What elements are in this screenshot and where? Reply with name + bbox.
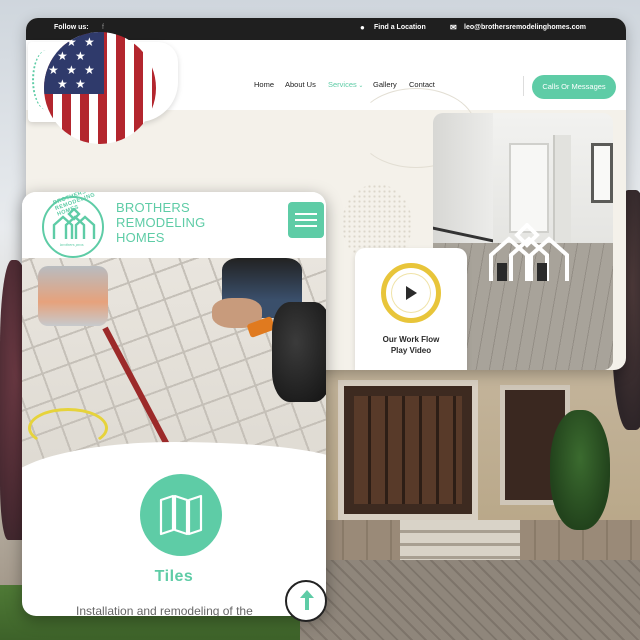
email-link[interactable]: leo@brothersremodelinghomes.com	[464, 24, 586, 31]
map-pin-icon: ●	[360, 23, 365, 32]
room-doorway	[509, 143, 549, 233]
logo-subtext: brothers pros	[60, 242, 84, 247]
video-title: Our Work Flow Play Video	[355, 334, 467, 356]
us-flag-icon: ★ ★ ★ ★ ★ ★ ★ ★ ★ ★	[44, 32, 156, 144]
flag-canton: ★ ★ ★ ★ ★ ★ ★ ★ ★ ★	[44, 32, 104, 94]
us-flag-badge: ★ ★ ★ ★ ★ ★ ★ ★ ★ ★	[28, 32, 178, 144]
brand-line2: REMODELING	[116, 215, 206, 230]
hose	[28, 408, 108, 448]
nav-divider	[523, 76, 524, 96]
tiles-service-badge	[140, 474, 222, 556]
star-icon: ★	[48, 35, 59, 49]
video-title-line2: Play Video	[390, 346, 432, 355]
star-icon: ★	[66, 63, 77, 77]
hamburger-icon-line	[295, 219, 317, 221]
background-front-door	[338, 380, 478, 520]
mobile-website-window: BROTHERS REMODELING HOMES brothers pros …	[22, 192, 326, 616]
star-icon: ★	[84, 63, 95, 77]
nav-home[interactable]: Home	[254, 80, 274, 89]
vacuum	[38, 266, 108, 326]
find-location-link[interactable]: Find a Location	[374, 24, 426, 31]
mobile-header: BROTHERS REMODELING HOMES brothers pros …	[22, 192, 326, 258]
brand-name: BROTHERS REMODELING HOMES	[116, 200, 226, 245]
star-icon: ★	[84, 35, 95, 49]
house-logo-icon	[489, 223, 569, 281]
chevron-down-icon: ⌄	[356, 83, 364, 89]
envelope-icon: ✉	[450, 23, 457, 32]
play-button-inner	[392, 274, 430, 312]
nav-services[interactable]: Services ⌄	[328, 80, 363, 89]
hamburger-menu-button[interactable]	[288, 202, 324, 238]
room-window	[591, 143, 613, 203]
scroll-to-top-button[interactable]	[285, 580, 327, 622]
hamburger-icon-line	[295, 225, 317, 227]
star-icon: ★	[66, 35, 77, 49]
star-icon: ★	[75, 49, 86, 63]
video-title-line1: Our Work Flow	[382, 335, 440, 344]
work-flow-video-card[interactable]: Our Work Flow Play Video	[355, 248, 467, 370]
hamburger-icon	[295, 213, 317, 215]
follow-us-label: Follow us:	[54, 24, 89, 31]
tiles-icon	[159, 494, 203, 536]
background-plants	[550, 410, 610, 530]
nav-gallery[interactable]: Gallery	[373, 80, 397, 89]
star-icon: ★	[57, 49, 68, 63]
logo-house-icon	[52, 208, 96, 239]
facebook-icon[interactable]: f	[102, 24, 104, 31]
play-button[interactable]	[381, 263, 441, 323]
play-icon	[406, 286, 417, 300]
arrow-up-icon-stem	[305, 596, 309, 610]
star-icon: ★	[75, 77, 86, 91]
brand-line3: HOMES	[116, 230, 165, 245]
service-title: Tiles	[154, 568, 194, 585]
brand-line1: BROTHERS	[116, 200, 190, 215]
nav-about-us[interactable]: About Us	[285, 80, 316, 89]
trash-bag	[272, 302, 326, 402]
calls-or-messages-button[interactable]: Calls Or Messages	[532, 75, 616, 99]
nav-services-label: Services	[328, 80, 357, 89]
star-icon: ★	[57, 77, 68, 91]
background-paving	[300, 560, 640, 640]
star-icon: ★	[48, 63, 59, 77]
